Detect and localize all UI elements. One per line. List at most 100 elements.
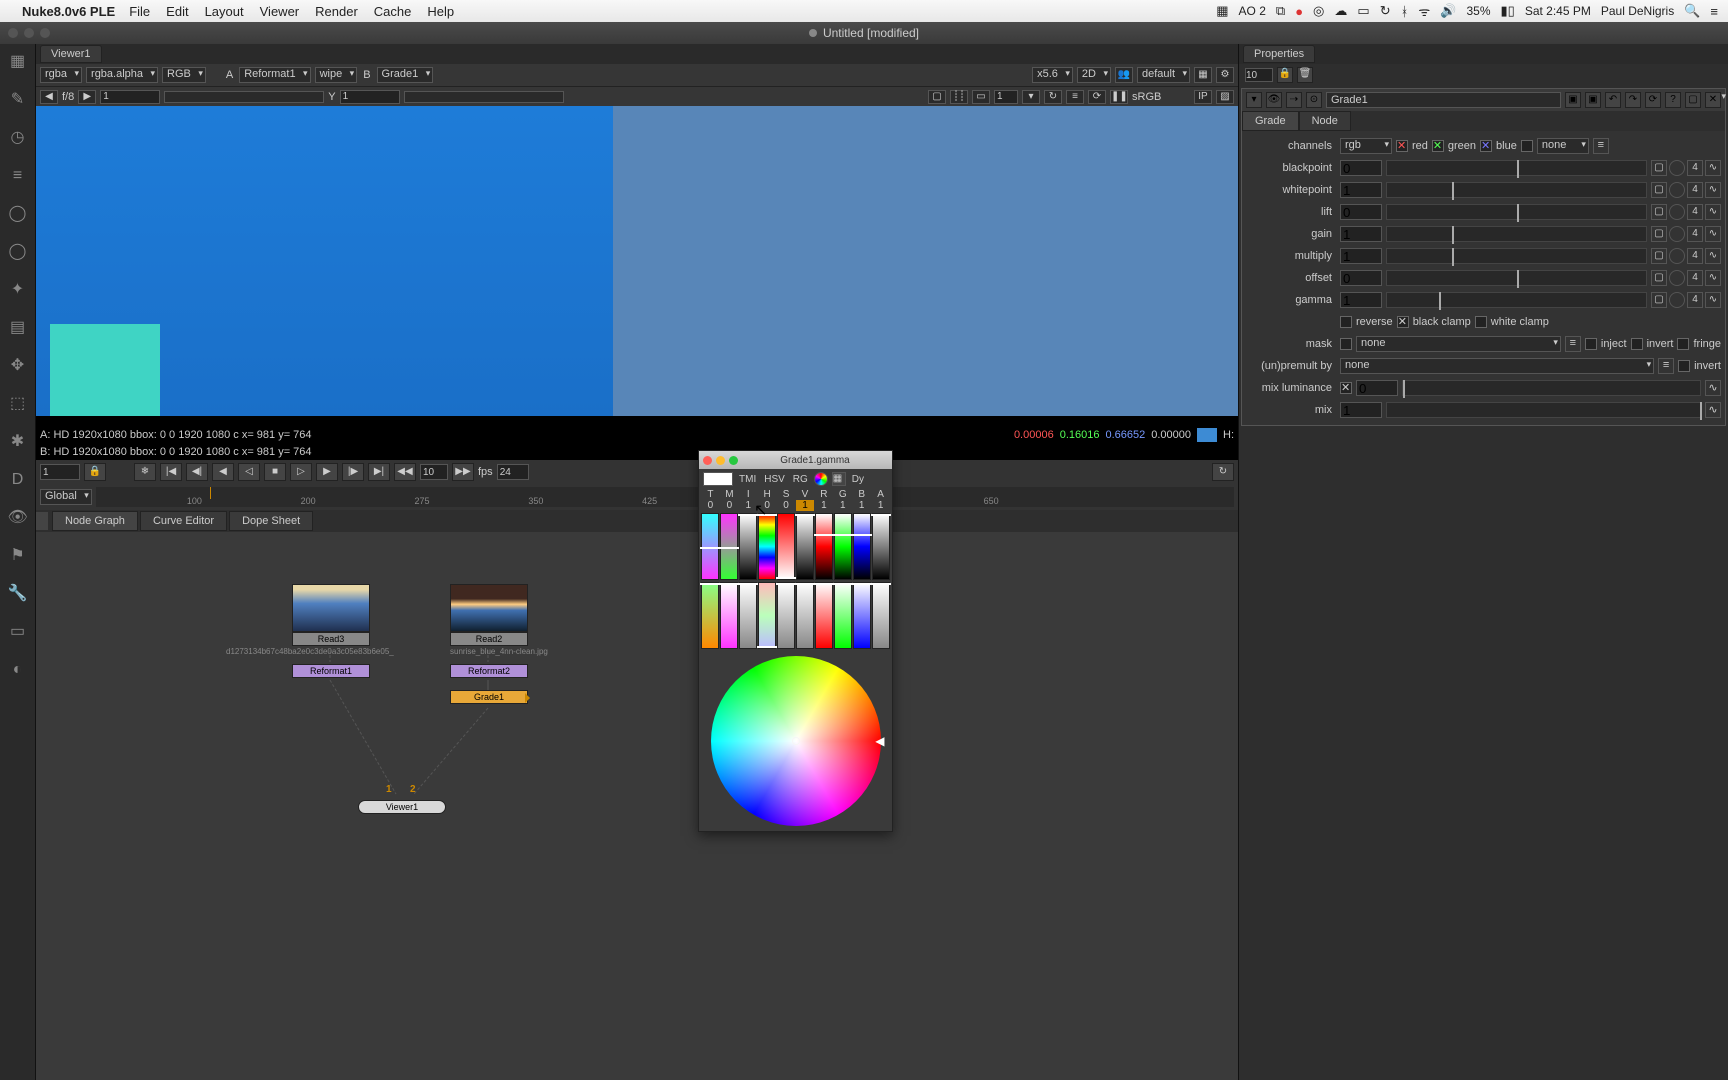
compare-select[interactable]: wipe xyxy=(315,67,358,83)
tool-image-icon[interactable]: ▦ xyxy=(8,52,28,72)
skip-input[interactable] xyxy=(420,464,448,480)
graph-handle-icon[interactable] xyxy=(36,512,48,530)
color-wheel[interactable]: ◀ xyxy=(711,656,881,826)
colorspace-select[interactable]: RGB xyxy=(162,67,206,83)
dropbox-icon[interactable]: ⧉ xyxy=(1276,3,1285,19)
gain-input[interactable] xyxy=(1340,226,1382,242)
node-grade1[interactable]: Grade1 xyxy=(450,690,528,704)
tool-deep-icon[interactable]: D xyxy=(8,470,28,490)
skip-back-button[interactable]: ◀◀ xyxy=(394,463,416,481)
cp-slider-T-top[interactable] xyxy=(701,513,719,580)
cp-slider-G-top[interactable] xyxy=(834,513,852,580)
roi-icon[interactable]: ▦ xyxy=(1194,67,1212,83)
a-input-select[interactable]: Reformat1 xyxy=(239,67,310,83)
tab-node-graph[interactable]: Node Graph xyxy=(52,511,138,531)
color-icon[interactable] xyxy=(1669,160,1685,176)
max-dot[interactable] xyxy=(40,28,50,38)
blackpoint-input[interactable] xyxy=(1340,160,1382,176)
cp-slider-B-bot[interactable] xyxy=(853,582,871,649)
cp-slider-B-top[interactable] xyxy=(853,513,871,580)
lift-slider[interactable] xyxy=(1386,204,1647,220)
spotlight-icon[interactable]: 🔍 xyxy=(1684,3,1700,19)
channel-menu-icon[interactable]: ≡ xyxy=(1593,138,1609,154)
cp-slider-S-bot[interactable] xyxy=(777,582,795,649)
timemachine-icon[interactable]: ↻ xyxy=(1380,3,1391,19)
clock[interactable]: Sat 2:45 PM xyxy=(1525,4,1591,18)
overlay-icon[interactable]: ▭ xyxy=(972,90,990,104)
lock-icon[interactable]: 🔒 xyxy=(1277,67,1293,83)
whitepoint-input[interactable] xyxy=(1340,182,1382,198)
gain-input[interactable] xyxy=(100,90,160,104)
cp-swatches-icon[interactable]: ▦ xyxy=(832,472,846,486)
notifications-icon[interactable]: ▦ xyxy=(1216,3,1228,19)
settings-icon[interactable]: ⚙ xyxy=(1216,67,1234,83)
b-input-select[interactable]: Grade1 xyxy=(377,67,434,83)
cp-slider-A-top[interactable] xyxy=(872,513,890,580)
list-icon[interactable]: ≡ xyxy=(1066,90,1084,104)
check-red[interactable] xyxy=(1396,140,1408,152)
undo-icon[interactable]: ↶ xyxy=(1605,92,1621,108)
stereo-icon[interactable]: 👥 xyxy=(1115,67,1133,83)
color-icon[interactable] xyxy=(1669,182,1685,198)
cp-mode-tmi[interactable]: TMI xyxy=(737,474,758,485)
step-back-button[interactable]: ◁ xyxy=(238,463,260,481)
node-reformat2[interactable]: Reformat2 xyxy=(450,664,528,678)
first-frame-button[interactable]: |◀ xyxy=(160,463,182,481)
gamma-input[interactable] xyxy=(340,90,400,104)
trash-icon[interactable]: 🗑 xyxy=(1297,67,1313,83)
tool-toolsets-icon[interactable]: 🔧 xyxy=(8,584,28,604)
color-picker-titlebar[interactable]: Grade1.gamma xyxy=(699,451,892,469)
viewer-tab[interactable]: Viewer1 xyxy=(40,45,102,63)
menu-help[interactable]: Help xyxy=(427,4,454,19)
tool-merge-icon[interactable]: ▤ xyxy=(8,318,28,338)
node-graph[interactable]: Read3 Read2 d1273134b67c48ba2e0c3de0a3c0… xyxy=(36,532,1238,1080)
cp-slider-R-bot[interactable] xyxy=(815,582,833,649)
color-wheel-arrow-icon[interactable]: ◀ xyxy=(875,734,884,748)
close-dot[interactable] xyxy=(8,28,18,38)
cp-slider-S-top[interactable] xyxy=(777,513,795,580)
cc-icon[interactable]: ◎ xyxy=(1313,3,1324,19)
menu-render[interactable]: Render xyxy=(315,4,358,19)
multiply-slider[interactable] xyxy=(1386,248,1647,264)
tool-all-icon[interactable]: ◐ xyxy=(8,660,28,680)
center-icon[interactable]: ⊙ xyxy=(1306,92,1322,108)
check-reverse[interactable] xyxy=(1340,316,1352,328)
revert-icon[interactable]: ⟳ xyxy=(1645,92,1661,108)
menu-file[interactable]: File xyxy=(129,4,150,19)
hatch-icon[interactable]: ▨ xyxy=(1216,90,1234,104)
channels-extra-select[interactable]: none xyxy=(1537,138,1589,154)
tool-draw-icon[interactable]: ✎ xyxy=(8,90,28,110)
grid-icon[interactable]: ┊┊ xyxy=(950,90,968,104)
timeline-track[interactable]: 100 200 275 350 425 500 575 650 xyxy=(96,487,1234,507)
snowflake-icon[interactable]: ❄ xyxy=(134,463,156,481)
timeline-mode-select[interactable]: Global xyxy=(40,489,92,505)
tool-time-icon[interactable]: ◷ xyxy=(8,128,28,148)
dim-select[interactable]: 2D xyxy=(1077,67,1111,83)
tool-views-icon[interactable]: 👁 xyxy=(8,508,28,528)
tool-transform-icon[interactable]: ✥ xyxy=(8,356,28,376)
frame-input[interactable] xyxy=(40,464,80,480)
cp-max-dot[interactable] xyxy=(729,456,738,465)
node-read3[interactable]: Read3 xyxy=(292,584,370,646)
sample-icon[interactable]: ▢ xyxy=(1651,182,1667,198)
gamma-slider[interactable] xyxy=(1386,292,1647,308)
cp-mode-dy[interactable]: Dy xyxy=(850,474,866,485)
skip-fwd-button[interactable]: ▶▶ xyxy=(452,463,474,481)
tool-channel-icon[interactable]: ≡ xyxy=(8,166,28,186)
tab-node[interactable]: Node xyxy=(1299,111,1351,131)
mixlum-enable[interactable] xyxy=(1340,382,1352,394)
ip-icon[interactable]: IP xyxy=(1194,90,1212,104)
color-a-icon[interactable]: ▣ xyxy=(1565,92,1581,108)
menu-viewer[interactable]: Viewer xyxy=(260,4,300,19)
check-green[interactable] xyxy=(1432,140,1444,152)
count-input[interactable] xyxy=(994,90,1018,104)
menu-edit[interactable]: Edit xyxy=(166,4,188,19)
prop-count-input[interactable] xyxy=(1245,68,1273,82)
next-icon[interactable]: ▶ xyxy=(78,90,96,104)
prev-key-button[interactable]: ◀| xyxy=(186,463,208,481)
node-viewer1[interactable]: Viewer1 xyxy=(358,800,446,814)
play-fwd-button[interactable]: ▶ xyxy=(316,463,338,481)
app-name[interactable]: Nuke8.0v6 PLE xyxy=(22,4,115,19)
check-fringe[interactable] xyxy=(1677,338,1689,350)
cp-slider-H-bot[interactable] xyxy=(758,582,776,649)
